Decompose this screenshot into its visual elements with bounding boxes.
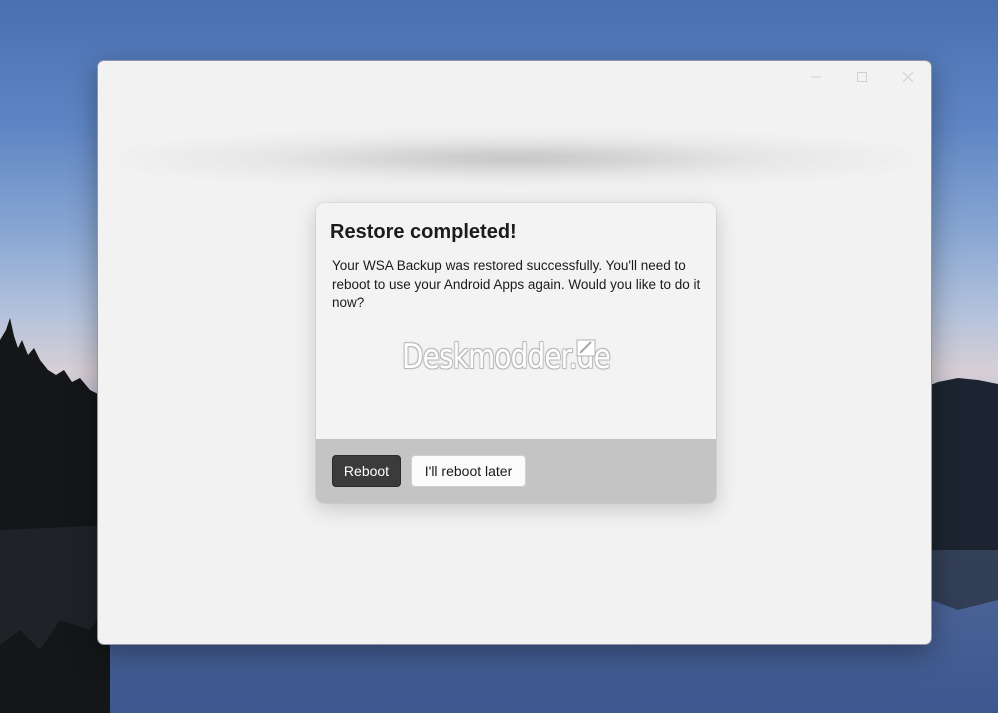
blurred-header-area xyxy=(118,131,911,186)
maximize-button[interactable] xyxy=(839,61,885,93)
close-button[interactable] xyxy=(885,61,931,93)
restore-completed-dialog: Restore completed! Your WSA Backup was r… xyxy=(316,203,716,503)
close-icon xyxy=(903,72,913,82)
desktop-wallpaper: Restore completed! Your WSA Backup was r… xyxy=(0,0,998,713)
reboot-later-button[interactable]: I'll reboot later xyxy=(411,455,526,487)
dialog-message: Your WSA Backup was restored successfull… xyxy=(332,258,701,310)
pencil-icon xyxy=(576,339,596,357)
maximize-icon xyxy=(857,72,867,82)
tree-silhouette-left xyxy=(0,318,110,713)
minimize-icon xyxy=(811,76,821,78)
dialog-title: Restore completed! xyxy=(330,221,517,243)
caption-buttons xyxy=(793,61,931,93)
app-window: Restore completed! Your WSA Backup was r… xyxy=(97,60,932,645)
reboot-button[interactable]: Reboot xyxy=(332,455,401,487)
minimize-button[interactable] xyxy=(793,61,839,93)
dialog-footer: Reboot I'll reboot later xyxy=(316,439,716,503)
